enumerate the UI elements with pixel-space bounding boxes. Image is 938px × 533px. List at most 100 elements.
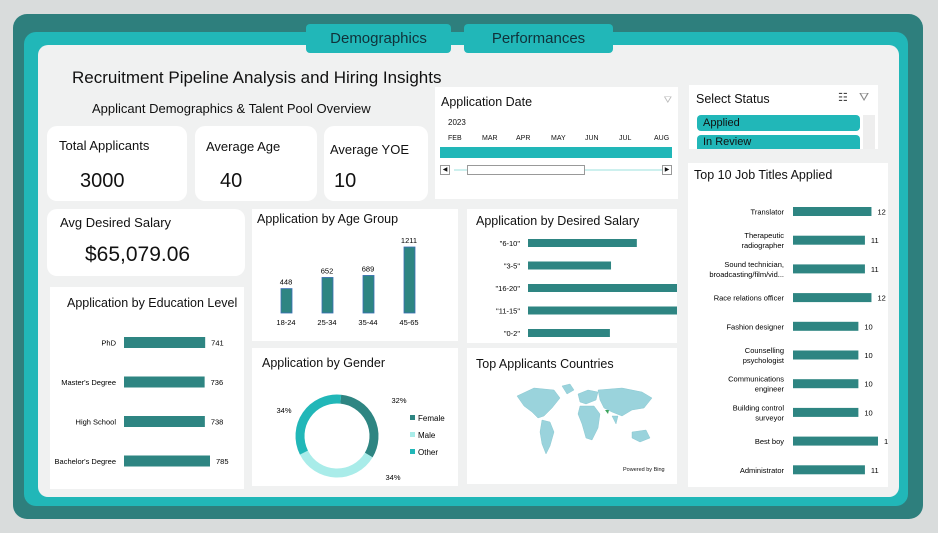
- bar: [528, 329, 610, 337]
- bar: [793, 379, 859, 389]
- desired-salary-chart-panel: Application by Desired Salary "6-10" "3-5…: [467, 209, 677, 343]
- category-label: High School: [76, 418, 117, 427]
- data-label: 12: [877, 208, 885, 217]
- bar: [124, 337, 206, 348]
- job-titles-chart: Translator 12 Therapeuticradiographer 11 Sou…: [709, 207, 888, 475]
- data-label: 738: [211, 418, 224, 427]
- donut-slice: [299, 450, 373, 478]
- data-label: 34%: [385, 473, 400, 482]
- kpi-value: $65,079.06: [85, 243, 191, 266]
- timeline-month[interactable]: APR: [516, 135, 530, 142]
- timeline-month[interactable]: MAR: [482, 135, 498, 142]
- category-label: Administrator: [740, 466, 785, 475]
- data-label: 785: [216, 457, 229, 466]
- timeline-month[interactable]: JUN: [585, 135, 599, 142]
- legend-swatch: [410, 449, 415, 454]
- status-slicer[interactable]: Select Status ☷ ⛛ Applied In Review: [689, 85, 878, 149]
- category-label: psychologist: [743, 356, 785, 365]
- category-label: Race relations officer: [714, 294, 785, 303]
- page-title: Recruitment Pipeline Analysis and Hiring…: [72, 68, 442, 87]
- timeline-month[interactable]: MAY: [551, 135, 566, 142]
- legend-swatch: [410, 432, 415, 437]
- category-label: Best boy: [755, 437, 784, 446]
- multi-select-icon[interactable]: ☷: [838, 91, 848, 104]
- category-label: 35-44: [358, 318, 377, 327]
- scroll-right-icon[interactable]: ▶: [662, 165, 672, 175]
- data-label: 12: [877, 294, 885, 303]
- category-label: 45-65: [399, 318, 418, 327]
- category-label: Therapeutic: [744, 231, 784, 240]
- bar: [528, 284, 677, 292]
- bar: [528, 239, 637, 247]
- kpi-card-avg-desired-salary: Avg Desired Salary $65,079.06: [47, 209, 245, 276]
- job-titles-chart-panel: Top 10 Job Titles Applied Translator 12 Th…: [688, 163, 888, 487]
- category-label: Counselling: [745, 346, 784, 355]
- category-label: Sound technician,: [724, 260, 784, 269]
- desired-salary-chart: "6-10" "3-5" "16-20" "11-15" "0-2": [495, 239, 677, 338]
- age-group-chart-panel: Application by Age Group 448 18-24 652 25-3…: [252, 209, 458, 341]
- kpi-card-total-applicants: Total Applicants 3000: [47, 126, 187, 201]
- kpi-value: 3000: [80, 170, 125, 192]
- category-label: Bachelor's Degree: [55, 457, 116, 466]
- data-label: 10: [864, 380, 872, 389]
- highlight-country: [605, 410, 609, 414]
- category-label: Translator: [751, 208, 785, 217]
- data-label: 741: [211, 339, 224, 348]
- data-label: 13: [884, 437, 888, 446]
- bar: [528, 261, 612, 270]
- timeline-month[interactable]: FEB: [448, 135, 462, 142]
- data-label: 11: [871, 236, 879, 245]
- category-label: 25-34: [317, 318, 336, 327]
- data-label: 11: [871, 265, 879, 274]
- clear-filter-icon[interactable]: ⛛: [664, 95, 672, 106]
- countries-map-panel: Top Applicants Countries Powered by Bing: [467, 348, 677, 484]
- application-date-timeline[interactable]: Application Date ⛛ 2023 FEB MAR APR MAY …: [435, 87, 678, 199]
- category-label: PhD: [101, 339, 116, 348]
- bar: [793, 207, 872, 216]
- kpi-value: 10: [334, 170, 357, 192]
- data-label: 34%: [276, 406, 291, 415]
- status-item-in-review[interactable]: In Review: [697, 135, 860, 149]
- data-label: 10: [864, 351, 872, 360]
- category-label: broadcasting/film/vid...: [709, 270, 784, 279]
- category-label: "16-20": [495, 284, 520, 293]
- bar: [528, 306, 677, 315]
- timeline-scrollbar[interactable]: ◀ ▶: [440, 165, 672, 175]
- tab-performances[interactable]: Performances: [464, 24, 613, 53]
- scrollbar[interactable]: [863, 115, 875, 149]
- world-map[interactable]: [512, 382, 662, 468]
- category-label: Fashion designer: [726, 322, 784, 331]
- clear-filter-icon[interactable]: ⛛: [859, 90, 869, 105]
- category-label: Building control: [733, 403, 785, 412]
- kpi-label: Average Age: [206, 139, 281, 154]
- bar: [793, 465, 865, 475]
- category-label: "11-15": [496, 307, 520, 316]
- donut-slice: [295, 394, 342, 455]
- tab-demographics[interactable]: Demographics: [306, 24, 451, 53]
- bar: [321, 277, 334, 314]
- data-label: 10: [864, 408, 872, 417]
- category-label: "0-2": [504, 329, 521, 338]
- timeline-month[interactable]: JUL: [619, 135, 631, 142]
- scroll-left-icon[interactable]: ◀: [440, 165, 450, 175]
- category-label: Master's Degree: [61, 378, 116, 387]
- age-group-chart: 448 18-24 652 25-34 689 35-44 1211 45-65: [276, 236, 418, 327]
- gender-chart: 32% Female 34% Male 34% Other: [276, 394, 445, 482]
- scroll-thumb[interactable]: [467, 165, 585, 175]
- status-item-applied[interactable]: Applied: [697, 115, 860, 131]
- legend-label: Male: [418, 431, 436, 440]
- bar: [793, 407, 859, 417]
- status-item-label: Applied: [703, 117, 740, 129]
- kpi-card-average-age: Average Age 40: [195, 126, 317, 201]
- category-label: "6-10": [500, 239, 521, 248]
- data-label: 736: [211, 378, 224, 387]
- education-chart-panel: Application by Education Level PhD 741 Mas…: [50, 287, 244, 489]
- kpi-label: Average YOE: [330, 142, 410, 157]
- donut-slice: [340, 394, 379, 458]
- kpi-label: Total Applicants: [59, 138, 150, 153]
- timeline-selected-range[interactable]: [440, 147, 672, 158]
- kpi-label: Avg Desired Salary: [60, 215, 172, 230]
- chart-title: Application by Desired Salary: [476, 214, 640, 228]
- category-label: engineer: [755, 385, 785, 394]
- timeline-month[interactable]: AUG: [654, 135, 669, 142]
